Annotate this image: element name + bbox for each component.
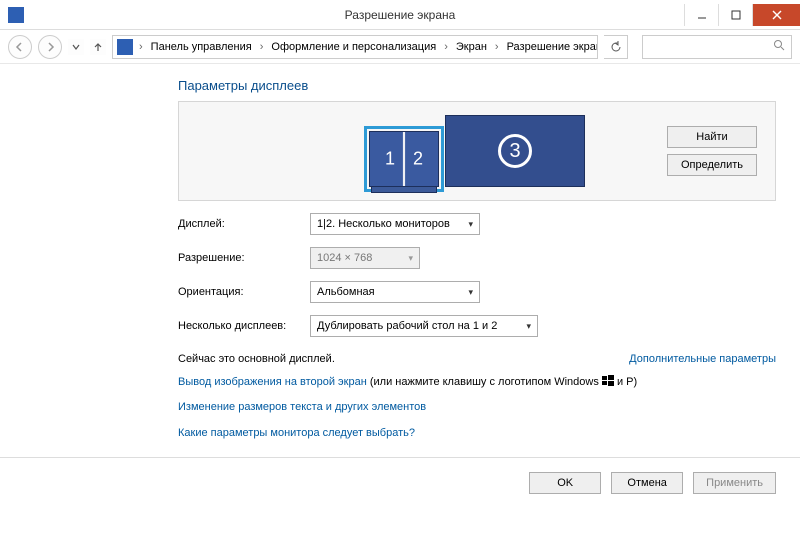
multi-display-select[interactable]: Дублировать рабочий стол на 1 и 2 ▾: [310, 315, 538, 337]
page-heading: Параметры дисплеев: [178, 78, 776, 93]
advanced-settings-link[interactable]: Дополнительные параметры: [629, 353, 776, 365]
apply-button: Применить: [693, 472, 776, 494]
project-link[interactable]: Вывод изображения на второй экран: [178, 376, 367, 388]
detect-button[interactable]: Определить: [667, 154, 757, 176]
multi-display-value: Дублировать рабочий стол на 1 и 2: [317, 320, 497, 332]
recent-button[interactable]: [68, 39, 84, 55]
search-input[interactable]: [642, 35, 792, 59]
display-preview: 1 2 3 Найти Определить: [178, 101, 776, 201]
monitor-3[interactable]: 3: [445, 115, 585, 187]
windows-logo-icon: [602, 375, 614, 387]
monitor-1-2[interactable]: 1 2: [369, 131, 439, 187]
monitor-label: 1: [385, 149, 395, 170]
display-label: Дисплей:: [178, 218, 298, 230]
chevron-right-icon: ›: [258, 41, 266, 53]
orientation-select[interactable]: Альбомная ▾: [310, 281, 480, 303]
resize-text-link[interactable]: Изменение размеров текста и других элеме…: [178, 401, 426, 413]
breadcrumb-item[interactable]: Экран: [454, 39, 489, 55]
ok-button[interactable]: OK: [529, 472, 601, 494]
resolution-value: 1024 × 768: [317, 252, 372, 264]
chevron-down-icon: ▾: [518, 321, 531, 332]
resolution-select: 1024 × 768 ▾: [310, 247, 420, 269]
breadcrumb[interactable]: › Панель управления › Оформление и персо…: [112, 35, 598, 59]
chevron-right-icon: ›: [493, 41, 501, 53]
orientation-label: Ориентация:: [178, 286, 298, 298]
monitor-label: 3: [498, 134, 532, 168]
arrow-right-icon: [44, 41, 56, 53]
chevron-right-icon: ›: [137, 41, 145, 53]
monitor-group: 1 2 3: [369, 115, 585, 187]
breadcrumb-item[interactable]: Панель управления: [149, 39, 254, 55]
project-suffix: (или нажмите клавишу с логотипом Windows: [367, 376, 602, 388]
multi-display-label: Несколько дисплеев:: [178, 320, 298, 332]
footer-buttons: OK Отмена Применить: [0, 458, 800, 508]
primary-display-message: Сейчас это основной дисплей.: [178, 353, 335, 365]
back-button[interactable]: [8, 35, 32, 59]
breadcrumb-item[interactable]: Оформление и персонализация: [269, 39, 438, 55]
refresh-button[interactable]: [604, 35, 628, 59]
monitor-label: 2: [413, 149, 423, 170]
chevron-down-icon: ▾: [400, 253, 413, 264]
arrow-left-icon: [14, 41, 26, 53]
breadcrumb-item[interactable]: Разрешение экрана: [505, 39, 598, 55]
control-panel-icon: [117, 39, 133, 55]
window-title: Разрешение экрана: [0, 8, 800, 22]
chevron-down-icon: ▾: [460, 219, 473, 230]
which-settings-link[interactable]: Какие параметры монитора следует выбрать…: [178, 427, 415, 439]
project-suffix: и P): [614, 376, 637, 388]
display-select[interactable]: 1|2. Несколько мониторов ▾: [310, 213, 480, 235]
chevron-right-icon: ›: [442, 41, 450, 53]
display-value: 1|2. Несколько мониторов: [317, 218, 450, 230]
arrow-up-icon: [92, 41, 104, 53]
orientation-value: Альбомная: [317, 286, 375, 298]
refresh-icon: [610, 41, 622, 53]
cancel-button[interactable]: Отмена: [611, 472, 683, 494]
chevron-down-icon: ▾: [460, 287, 473, 298]
content-area: Параметры дисплеев 1 2 3 Найти Определит…: [0, 64, 800, 441]
up-button[interactable]: [90, 39, 106, 55]
nav-bar: › Панель управления › Оформление и персо…: [0, 30, 800, 64]
find-button[interactable]: Найти: [667, 126, 757, 148]
search-icon: [773, 39, 785, 54]
title-bar: Разрешение экрана: [0, 0, 800, 30]
chevron-down-icon: [71, 42, 81, 52]
forward-button[interactable]: [38, 35, 62, 59]
resolution-label: Разрешение:: [178, 252, 298, 264]
project-paragraph: Вывод изображения на второй экран (или н…: [178, 375, 776, 390]
